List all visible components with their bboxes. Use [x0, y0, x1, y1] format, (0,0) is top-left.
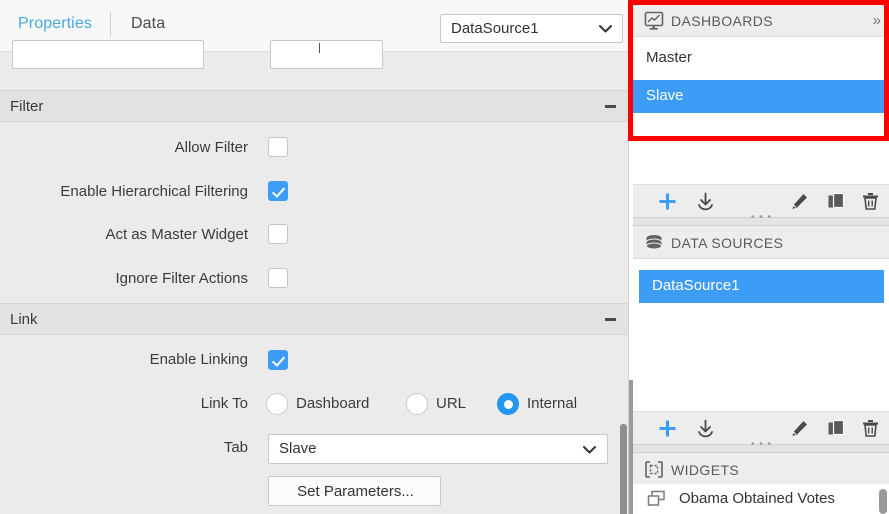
datasource-select[interactable]: DataSource1	[440, 14, 623, 43]
list-item-dashboard-master[interactable]: Master	[633, 42, 889, 75]
widget-item-label: Obama Obtained Votes	[679, 490, 835, 507]
tab-properties[interactable]: Properties	[18, 13, 92, 35]
checkbox-allow-filter[interactable]	[268, 137, 288, 157]
label-tab: Tab	[223, 439, 248, 456]
label-ignore-filter-actions: Ignore Filter Actions	[115, 270, 248, 287]
dashboards-list: Master Slave	[633, 37, 889, 141]
dashboards-list-empty-area[interactable]	[633, 141, 889, 185]
checkbox-act-as-master-widget[interactable]	[268, 224, 288, 244]
dock-left-scrollbar[interactable]	[629, 380, 633, 514]
tab-select[interactable]: Slave	[268, 434, 608, 464]
widgets-scrollbar-thumb[interactable]	[879, 489, 887, 514]
radio-dot-icon	[266, 393, 288, 415]
trash-icon[interactable]	[860, 191, 881, 212]
radio-dot-selected-icon	[497, 393, 519, 415]
dashboards-title: DASHBOARDS	[671, 13, 774, 29]
widget-icon	[647, 490, 666, 507]
section-header-filter[interactable]: Filter	[0, 90, 628, 122]
widgets-section-header[interactable]: WIDGETS	[633, 453, 889, 486]
properties-scrollbar-thumb[interactable]	[620, 424, 627, 514]
dashboards-resize-grip[interactable]	[633, 212, 889, 226]
tab-select-value: Slave	[279, 440, 317, 457]
pencil-icon[interactable]	[789, 418, 810, 439]
list-item-dashboard-slave[interactable]: Slave	[633, 80, 889, 113]
list-item-label: DataSource1	[652, 277, 740, 294]
plus-icon[interactable]	[657, 191, 678, 212]
label-enable-hierarchical-filtering: Enable Hierarchical Filtering	[60, 183, 248, 200]
checkbox-enable-hierarchical-filtering[interactable]	[268, 181, 288, 201]
minus-icon[interactable]	[605, 318, 616, 321]
radio-label-dashboard: Dashboard	[296, 395, 370, 412]
dashboards-section-header[interactable]: DASHBOARDS »	[633, 4, 889, 37]
database-icon	[644, 233, 664, 252]
truncated-text-input-1[interactable]	[12, 40, 204, 69]
truncated-text-input-2[interactable]	[270, 40, 383, 69]
pencil-icon[interactable]	[789, 191, 810, 212]
chevron-down-icon	[582, 444, 597, 456]
set-parameters-button[interactable]: Set Parameters...	[268, 476, 441, 506]
checkbox-enable-linking[interactable]	[268, 350, 288, 370]
radio-dot-icon	[406, 393, 428, 415]
tab-divider	[110, 12, 111, 37]
datasource-select-value: DataSource1	[451, 20, 539, 37]
import-icon[interactable]	[695, 191, 716, 212]
label-enable-linking: Enable Linking	[149, 351, 248, 368]
list-item-label: Slave	[646, 87, 684, 104]
list-item-datasource1[interactable]: DataSource1	[639, 270, 884, 303]
radio-label-url: URL	[436, 395, 467, 412]
chevron-down-icon	[598, 23, 613, 35]
list-item-label: Master	[646, 49, 692, 66]
widgets-title: WIDGETS	[671, 462, 740, 478]
radio-label-internal: Internal	[527, 395, 578, 412]
dock-panel: DASHBOARDS » Master Slave • • • DATA SOU…	[628, 0, 889, 514]
plus-icon[interactable]	[657, 418, 678, 439]
datasources-resize-grip[interactable]	[633, 439, 889, 453]
properties-panel: Properties Data DataSource1 Filter Allow…	[0, 0, 628, 514]
truncated-fields-row	[0, 40, 628, 88]
datasources-list: DataSource1	[633, 259, 889, 412]
properties-scrollbar-track[interactable]	[619, 52, 628, 514]
section-header-link[interactable]: Link	[0, 303, 628, 335]
list-item-widget-obama-obtained-votes[interactable]: Obama Obtained Votes	[633, 484, 889, 514]
minus-icon[interactable]	[605, 105, 616, 108]
text-caret	[319, 43, 320, 53]
trash-icon[interactable]	[860, 418, 881, 439]
label-act-as-master-widget: Act as Master Widget	[105, 226, 248, 243]
monitor-chart-icon	[644, 11, 664, 30]
section-title-link: Link	[10, 311, 38, 328]
copy-icon[interactable]	[826, 191, 847, 212]
copy-icon[interactable]	[826, 418, 847, 439]
datasources-section-header[interactable]: DATA SOURCES	[633, 226, 889, 259]
tab-data[interactable]: Data	[131, 13, 165, 35]
set-parameters-label: Set Parameters...	[297, 483, 414, 500]
selection-frame-icon	[644, 460, 664, 479]
label-allow-filter: Allow Filter	[174, 139, 248, 156]
section-title-filter: Filter	[10, 98, 44, 115]
datasources-title: DATA SOURCES	[671, 235, 784, 251]
label-link-to: Link To	[200, 395, 248, 412]
application-window: Properties Data DataSource1 Filter Allow…	[0, 0, 889, 514]
checkbox-ignore-filter-actions[interactable]	[268, 268, 288, 288]
import-icon[interactable]	[695, 418, 716, 439]
expand-chevrons-icon[interactable]: »	[873, 12, 881, 29]
